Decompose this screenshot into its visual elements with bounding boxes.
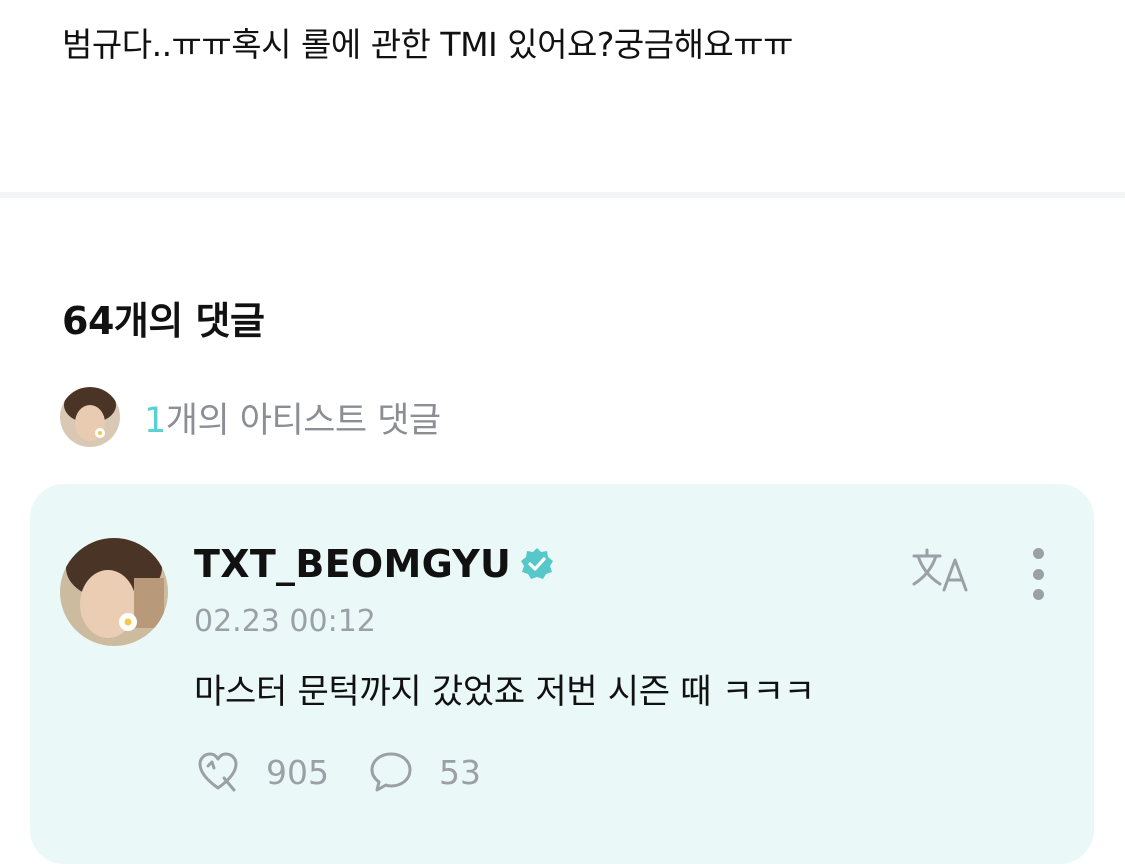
- translate-button[interactable]: [910, 546, 974, 596]
- comment-body: 마스터 문턱까지 갔었죠 저번 시즌 때 ㅋㅋㅋ: [194, 672, 815, 712]
- like-button[interactable]: 905: [194, 748, 329, 796]
- verified-badge-icon: [519, 546, 555, 582]
- cheer-heart-icon: [198, 752, 238, 792]
- comment-author-name[interactable]: TXT_BEOMGYU: [194, 542, 511, 586]
- comment-actions: 905 53: [194, 748, 519, 796]
- section-divider: [0, 192, 1125, 198]
- reply-button[interactable]: 53: [367, 748, 481, 796]
- translate-icon: [912, 548, 968, 592]
- artist-comments-text: 개의 아티스트 댓글: [165, 400, 441, 441]
- artist-comments-label: 1개의 아티스트 댓글: [144, 392, 441, 443]
- comment-author-row: TXT_BEOMGYU: [194, 542, 555, 586]
- speech-bubble-icon: [370, 752, 412, 792]
- comment-author-avatar[interactable]: [60, 538, 168, 646]
- comments-count-heading: 64개의 댓글: [62, 299, 265, 343]
- reply-count: 53: [439, 752, 481, 792]
- artist-comment-card: TXT_BEOMGYU 02.23 00:12 마스터 문턱까지 갔었죠 저번 …: [30, 484, 1094, 864]
- artist-comments-count: 1: [144, 400, 166, 441]
- post-text: 범규다..ㅠㅠ혹시 롤에 관한 TMI 있어요?궁금해요ㅠㅠ: [62, 25, 794, 64]
- comment-timestamp: 02.23 00:12: [194, 604, 376, 639]
- artist-comments-filter[interactable]: 1개의 아티스트 댓글: [60, 386, 441, 448]
- more-vertical-icon[interactable]: [1028, 548, 1048, 600]
- artist-avatar: [60, 387, 120, 447]
- like-count: 905: [266, 752, 329, 792]
